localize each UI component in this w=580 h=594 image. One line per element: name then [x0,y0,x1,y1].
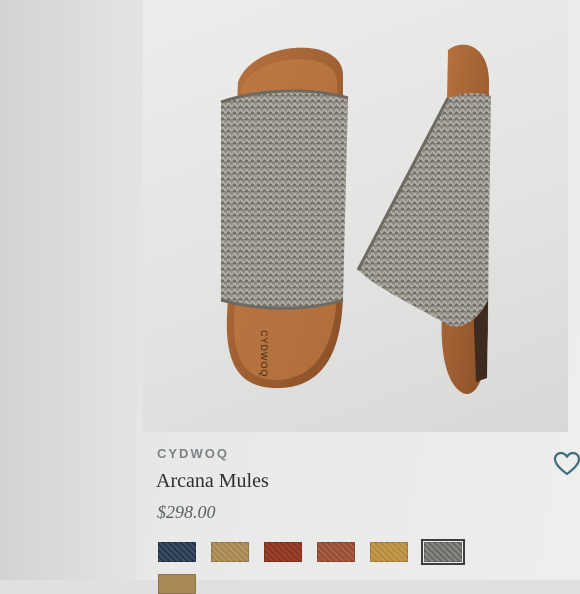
left-margin [0,0,136,580]
color-swatches [158,539,478,594]
product-title[interactable]: Arcana Mules [156,470,269,493]
right-mule [356,44,491,395]
product-photo[interactable]: CYDWOQ [143,0,568,432]
svg-text:CYDWOQ: CYDWOQ [259,330,269,378]
swatch-tan[interactable] [211,542,249,562]
left-mule: CYDWOQ [220,47,349,389]
product-brand[interactable]: CYDWOQ [157,446,229,461]
swatch-grey-knit[interactable] [421,539,465,565]
swatch-rust[interactable] [317,542,355,562]
swatch-camel[interactable] [158,574,196,594]
product-price: $298.00 [157,502,216,522]
swatch-red-brown[interactable] [264,542,302,562]
mules-illustration: CYDWOQ [220,44,491,395]
swatch-navy[interactable] [158,542,196,562]
swatch-honey[interactable] [370,542,408,562]
heart-outline-icon[interactable] [553,450,580,478]
product-page: CYDWOQ CYDWOQ Arcana Mules $298.00 [0,0,580,594]
